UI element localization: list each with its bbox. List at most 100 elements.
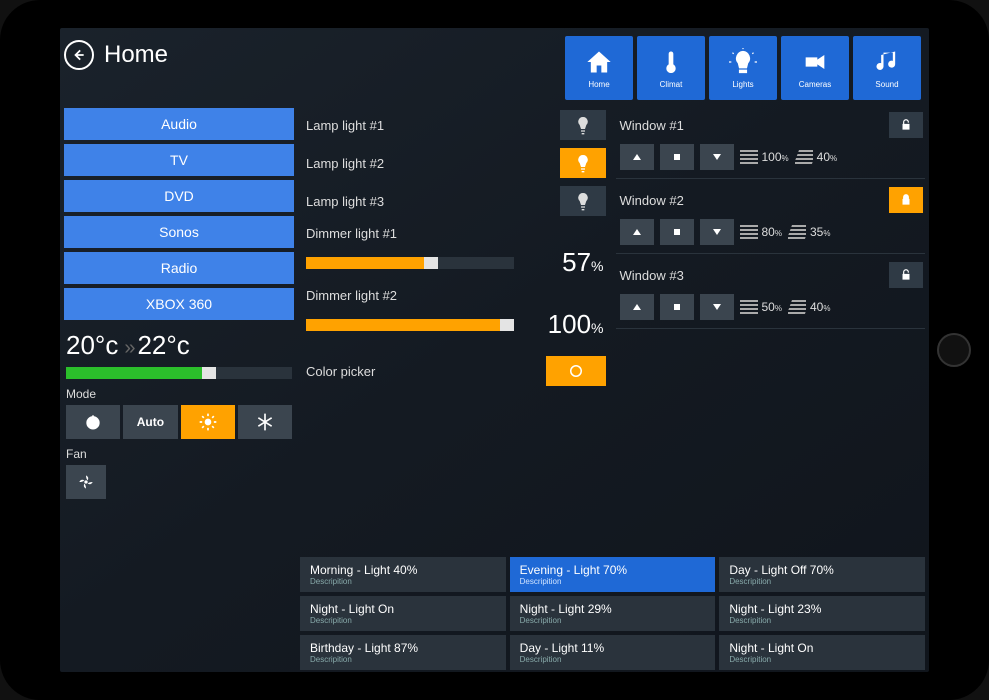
lamp-1-toggle[interactable] <box>560 110 606 140</box>
scenes-grid: Morning - Light 40% Descripition Evening… <box>300 557 925 672</box>
window-1-down[interactable] <box>700 144 734 170</box>
lamp-3-row: Lamp light #3 <box>300 184 610 218</box>
nav-climat[interactable]: Climat <box>637 36 705 100</box>
scene-night-23[interactable]: Night - Light 23% Descripition <box>719 596 925 631</box>
mode-power-button[interactable] <box>66 405 120 439</box>
header: Home Home Climat Lights Cameras <box>60 28 929 108</box>
window-3-open: 50% <box>740 300 782 314</box>
scene-sub: Descripition <box>729 616 915 625</box>
scene-sub: Descripition <box>729 655 915 664</box>
window-3-tilt: 40% <box>788 300 830 314</box>
scene-sub: Descripition <box>310 577 496 586</box>
temp-current: 20°c <box>66 330 118 361</box>
nav-home[interactable]: Home <box>565 36 633 100</box>
tablet-home-button[interactable] <box>937 333 971 367</box>
window-3-down[interactable] <box>700 294 734 320</box>
window-1-stop[interactable] <box>660 144 694 170</box>
window-2-open: 80% <box>740 225 782 239</box>
sidebar-item-radio[interactable]: Radio <box>64 252 294 284</box>
sidebar-item-sonos[interactable]: Sonos <box>64 216 294 248</box>
scene-sub: Descripition <box>520 577 706 586</box>
window-1-block: Window #1 100% <box>616 108 926 179</box>
fan-label: Fan <box>66 447 292 461</box>
window-3-label: Window #3 <box>620 268 684 283</box>
window-1-open: 100% <box>740 150 789 164</box>
lamp-1-label: Lamp light #1 <box>306 118 384 133</box>
dimmer-1-slider[interactable] <box>306 257 514 269</box>
scene-title: Morning - Light 40% <box>310 563 496 577</box>
nav-lights[interactable]: Lights <box>709 36 777 100</box>
dimmer-1-label: Dimmer light #1 <box>306 226 604 241</box>
scene-night-on-2[interactable]: Night - Light On Descripition <box>719 635 925 670</box>
temp-target: 22°c <box>137 330 189 361</box>
nav-label: Climat <box>660 80 683 89</box>
mode-label: Mode <box>66 387 292 401</box>
fan-button[interactable] <box>66 465 106 499</box>
dimmer-1-value: 57% <box>524 247 604 278</box>
lamp-3-toggle[interactable] <box>560 186 606 216</box>
window-3-lock[interactable] <box>889 262 923 288</box>
sidebar-item-dvd[interactable]: DVD <box>64 180 294 212</box>
nav-sound[interactable]: Sound <box>853 36 921 100</box>
window-2-down[interactable] <box>700 219 734 245</box>
window-1-label: Window #1 <box>620 118 684 133</box>
sidebar-item-tv[interactable]: TV <box>64 144 294 176</box>
temp-arrow-icon: » <box>124 337 131 360</box>
scene-day-11[interactable]: Day - Light 11% Descripition <box>510 635 716 670</box>
dimmer-2-value: 100% <box>524 309 604 340</box>
scene-day-off[interactable]: Day - Light Off 70% Descripition <box>719 557 925 592</box>
window-2-stop[interactable] <box>660 219 694 245</box>
scene-title: Day - Light 11% <box>520 641 706 655</box>
color-picker-button[interactable] <box>546 356 606 386</box>
scene-sub: Descripition <box>520 655 706 664</box>
temp-slider[interactable] <box>66 367 292 379</box>
mode-heat-button[interactable] <box>181 405 235 439</box>
mode-auto-button[interactable]: Auto <box>123 405 177 439</box>
window-2-tilt: 35% <box>788 225 830 239</box>
window-2-label: Window #2 <box>620 193 684 208</box>
color-picker-label: Color picker <box>306 364 375 379</box>
lamp-3-label: Lamp light #3 <box>306 194 384 209</box>
color-picker-row: Color picker <box>300 346 610 390</box>
nav-cameras[interactable]: Cameras <box>781 36 849 100</box>
window-1-up[interactable] <box>620 144 654 170</box>
scene-sub: Descripition <box>729 577 915 586</box>
window-3-stop[interactable] <box>660 294 694 320</box>
window-3-up[interactable] <box>620 294 654 320</box>
sidebar-item-audio[interactable]: Audio <box>64 108 294 140</box>
back-button[interactable] <box>64 40 94 70</box>
scene-morning[interactable]: Morning - Light 40% Descripition <box>300 557 506 592</box>
window-2-up[interactable] <box>620 219 654 245</box>
scene-sub: Descripition <box>310 616 496 625</box>
nav-label: Sound <box>875 80 898 89</box>
scene-title: Night - Light On <box>729 641 915 655</box>
window-1-tilt: 40% <box>795 150 837 164</box>
dimmer-2-slider[interactable] <box>306 319 514 331</box>
dimmer-1-block: Dimmer light #1 57% <box>300 222 610 280</box>
scene-night-on[interactable]: Night - Light On Descripition <box>300 596 506 631</box>
page-title: Home <box>104 41 168 69</box>
scene-title: Birthday - Light 87% <box>310 641 496 655</box>
top-nav: Home Climat Lights Cameras Sound <box>565 36 921 100</box>
scene-title: Day - Light Off 70% <box>729 563 915 577</box>
scene-sub: Descripition <box>310 655 496 664</box>
sidebar-item-xbox[interactable]: XBOX 360 <box>64 288 294 320</box>
lamp-2-label: Lamp light #2 <box>306 156 384 171</box>
scene-birthday[interactable]: Birthday - Light 87% Descripition <box>300 635 506 670</box>
scene-title: Night - Light 23% <box>729 602 915 616</box>
window-1-lock[interactable] <box>889 112 923 138</box>
mode-cool-button[interactable] <box>238 405 292 439</box>
scene-title: Evening - Light 70% <box>520 563 706 577</box>
temperature-block: 20°c » 22°c Mode Auto <box>64 324 294 503</box>
window-2-lock[interactable] <box>889 187 923 213</box>
sidebar: Audio TV DVD Sonos Radio XBOX 360 20°c »… <box>64 108 294 527</box>
lamp-1-row: Lamp light #1 <box>300 108 610 142</box>
lights-column: Lamp light #1 Lamp light #2 Lamp light #… <box>300 108 610 527</box>
lamp-2-toggle[interactable] <box>560 148 606 178</box>
window-2-block: Window #2 80% <box>616 183 926 254</box>
scene-title: Night - Light On <box>310 602 496 616</box>
dimmer-2-block: Dimmer light #2 100% <box>300 284 610 342</box>
nav-label: Lights <box>732 80 753 89</box>
scene-night-29[interactable]: Night - Light 29% Descripition <box>510 596 716 631</box>
scene-evening[interactable]: Evening - Light 70% Descripition <box>510 557 716 592</box>
